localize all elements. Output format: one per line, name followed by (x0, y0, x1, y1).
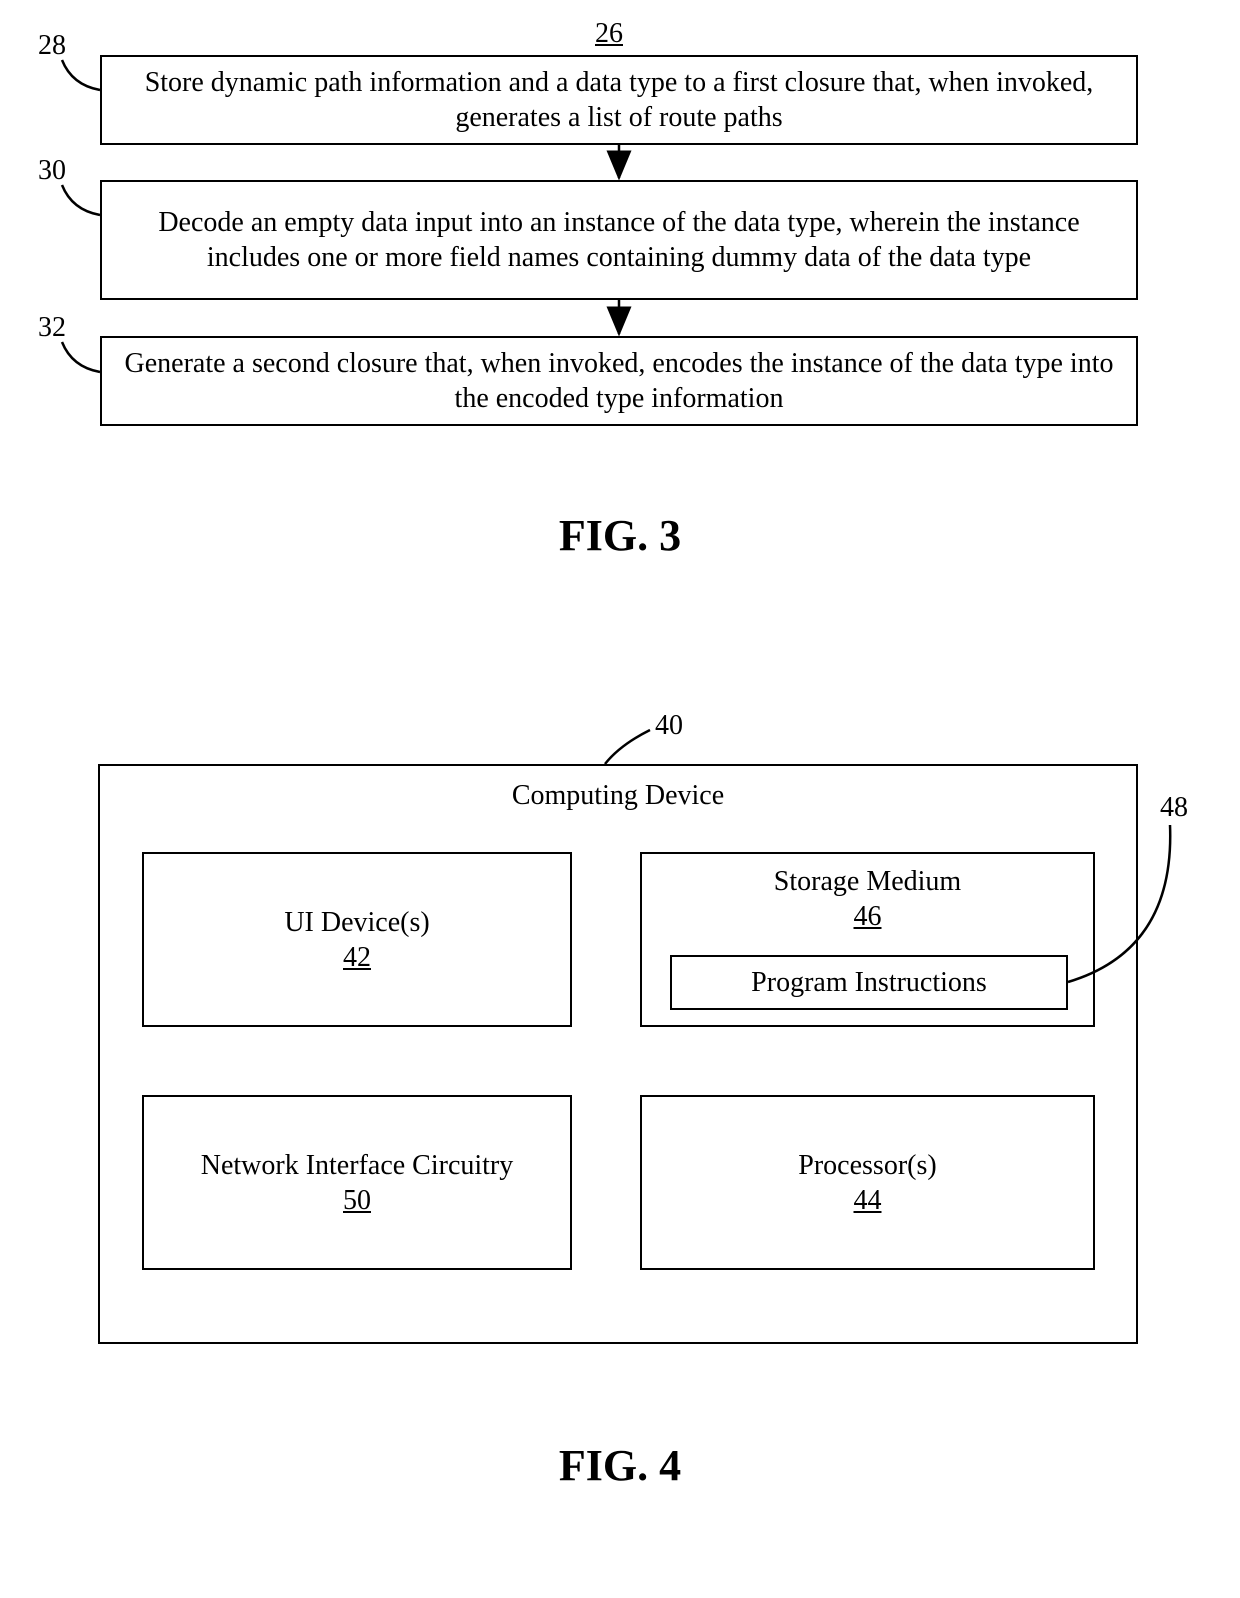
fig3-ref-26: 26 (595, 18, 623, 50)
fig4-network-interface-box: Network Interface Circuitry 50 (142, 1095, 572, 1270)
fig3-step-1-ref: 28 (38, 30, 66, 62)
fig4-storage-medium-num: 46 (854, 899, 882, 934)
fig3-step-3-box: Generate a second closure that, when inv… (100, 336, 1138, 426)
fig4-processors-label: Processor(s) (798, 1148, 936, 1183)
fig4-processors-num: 44 (854, 1183, 882, 1218)
fig3-step-2-box: Decode an empty data input into an insta… (100, 180, 1138, 300)
fig3-step-1-box: Store dynamic path information and a dat… (100, 55, 1138, 145)
fig4-caption: FIG. 4 (0, 1440, 1240, 1491)
fig4-program-instructions-box: Program Instructions (670, 955, 1068, 1010)
fig3-step-1-text: Store dynamic path information and a dat… (112, 65, 1126, 135)
fig3-step-3-text: Generate a second closure that, when inv… (112, 346, 1126, 416)
fig4-ref-40: 40 (655, 710, 683, 742)
fig4-program-instructions-label: Program Instructions (751, 965, 987, 1000)
fig4-ui-devices-box: UI Device(s) 42 (142, 852, 572, 1027)
fig4-network-interface-label: Network Interface Circuitry (201, 1148, 514, 1183)
fig4-ref-48: 48 (1160, 792, 1188, 824)
fig3-step-2-ref: 30 (38, 155, 66, 187)
fig4-ui-devices-label: UI Device(s) (284, 905, 429, 940)
fig4-storage-medium-label: Storage Medium (774, 864, 961, 899)
fig3-caption: FIG. 3 (0, 510, 1240, 561)
fig4-network-interface-num: 50 (343, 1183, 371, 1218)
fig4-ui-devices-num: 42 (343, 940, 371, 975)
fig4-processors-box: Processor(s) 44 (640, 1095, 1095, 1270)
page: 26 Store dynamic path information and a … (0, 0, 1240, 1598)
fig3-step-2-text: Decode an empty data input into an insta… (112, 205, 1126, 275)
fig3-step-3-ref: 32 (38, 312, 66, 344)
fig4-computing-device-title: Computing Device (512, 778, 724, 813)
